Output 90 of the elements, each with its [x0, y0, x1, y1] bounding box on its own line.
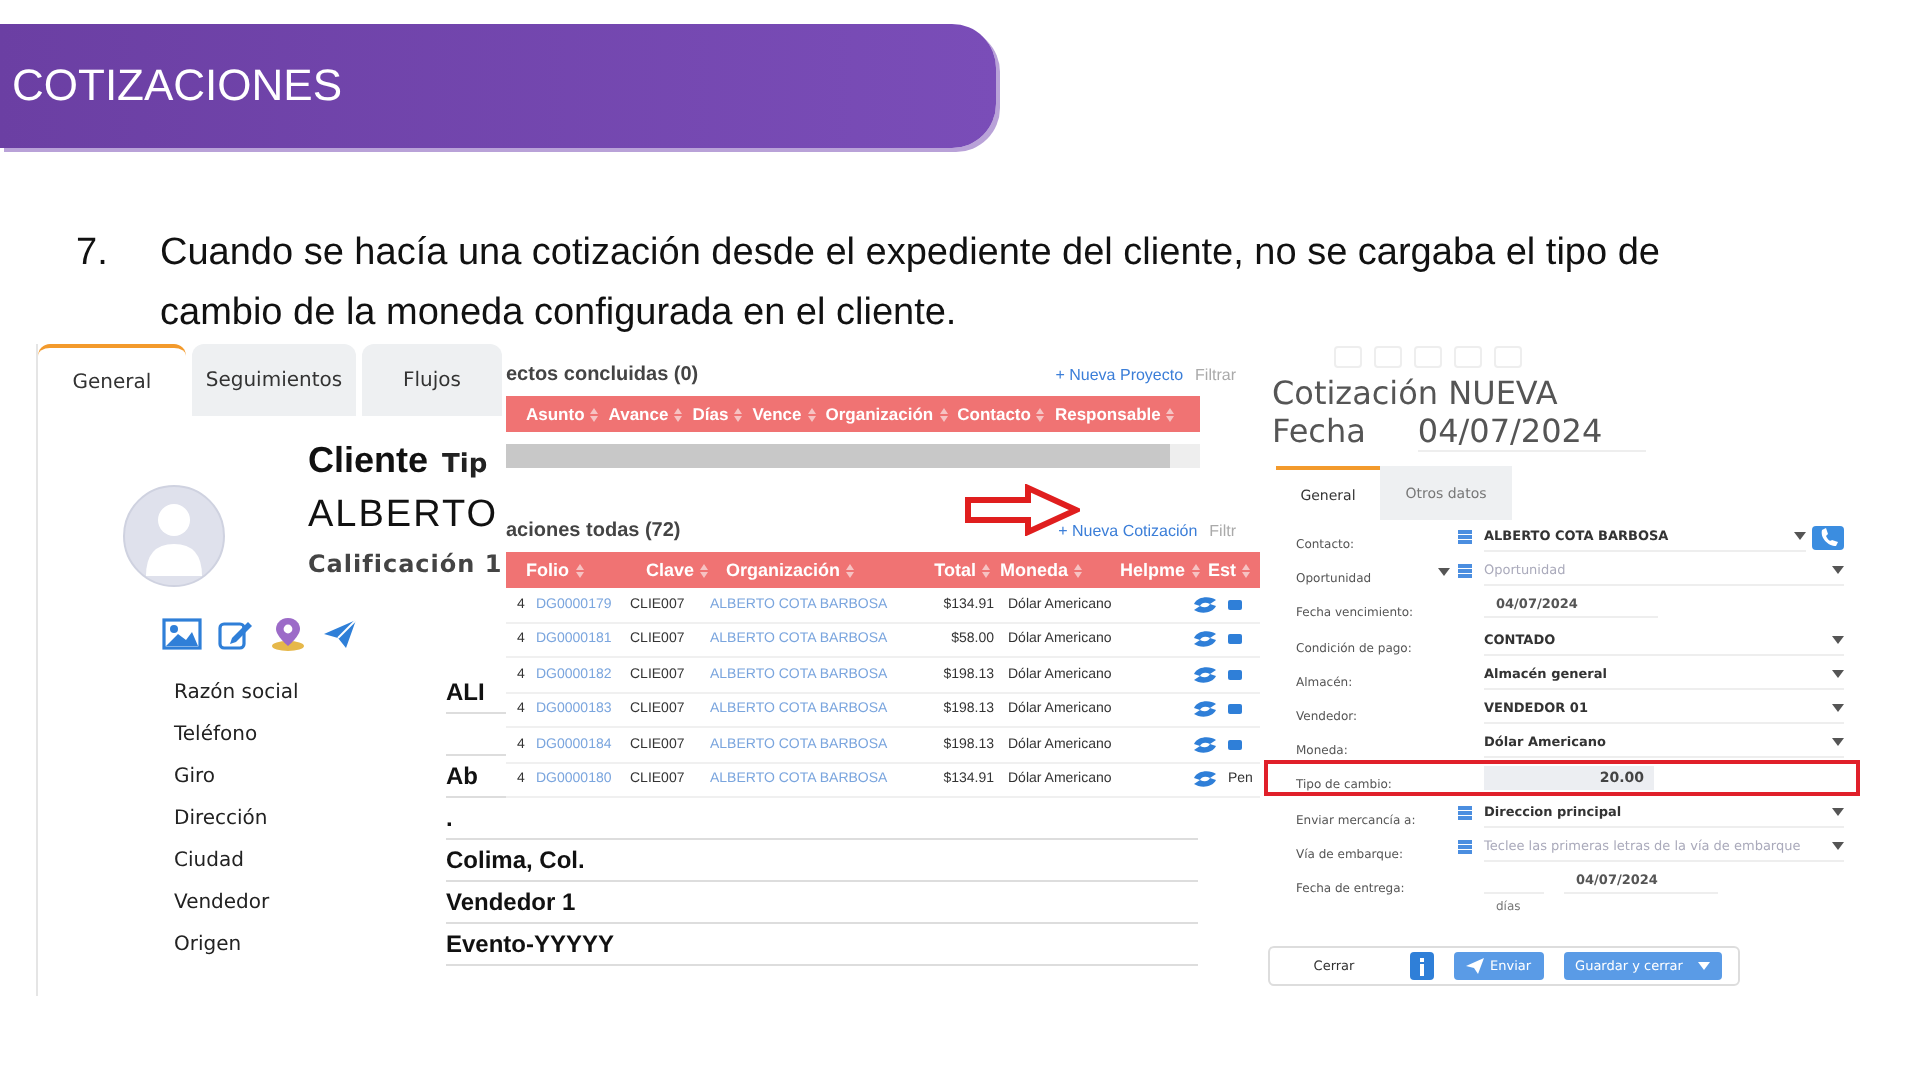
client-heading: Cliente: [308, 440, 429, 482]
quote-title: Cotización NUEVA: [1272, 374, 1560, 412]
sort-icon: [1166, 407, 1175, 421]
info-icon: [1418, 957, 1426, 976]
column-header[interactable]: Moneda: [1000, 560, 1069, 580]
status-icon: [1228, 599, 1242, 610]
column-header[interactable]: Organización: [825, 404, 934, 424]
tab[interactable]: Seguimientos: [192, 344, 356, 416]
caret-icon: [1794, 532, 1806, 541]
date-label: Fecha: [1272, 412, 1366, 452]
status-icon: [1228, 634, 1242, 645]
sort-icon: [1242, 563, 1251, 577]
send-icon: [1466, 958, 1484, 975]
edit-icon: [218, 618, 254, 650]
caret-icon: [1832, 738, 1844, 747]
column-header[interactable]: Responsable: [1054, 404, 1161, 424]
field-label: Dirección: [174, 806, 270, 834]
caret-icon: [1832, 635, 1844, 644]
phone-button[interactable]: [1812, 525, 1844, 550]
column-header[interactable]: Vence: [752, 404, 802, 424]
field-label: Vendedor: [174, 890, 272, 918]
caret-icon: [1832, 841, 1844, 850]
swirl-icon: [1192, 770, 1218, 789]
section-title: ectos concluidas (0): [506, 363, 699, 385]
status-icon: [1228, 739, 1242, 750]
filter-link[interactable]: Filtr: [1209, 521, 1236, 539]
status-icon: [1228, 704, 1242, 715]
caret-icon: [1832, 669, 1844, 678]
date-value: 04/07/2024: [1417, 412, 1647, 452]
field-value: .: [446, 804, 453, 832]
image-icon: [162, 618, 202, 650]
field-label: Teléfono: [174, 722, 260, 750]
swirl-icon: [1192, 630, 1218, 649]
section-title: aciones todas (72): [506, 519, 681, 541]
scrollbar-thumb[interactable]: [506, 444, 1170, 468]
note-text: Cuando se hacía una cotización desde el expediente del cliente, no se cargaba el tipo de cambio de la moneda configurada en el cliente.: [160, 230, 1662, 338]
field-label: Ciudad: [174, 848, 246, 876]
field-value: Vendedor 1: [446, 888, 576, 916]
caret-icon: [1698, 962, 1711, 971]
status-icon: [1228, 669, 1242, 680]
field-label: Giro: [174, 764, 218, 792]
field-label: Razón social: [174, 680, 301, 708]
column-header[interactable]: Est: [1208, 560, 1237, 580]
sort-icon: [1191, 563, 1200, 577]
list-number: 7.: [76, 230, 110, 278]
sort-icon: [1036, 407, 1045, 421]
sort-icon: [846, 563, 855, 577]
new-link[interactable]: + Nueva Cotización: [1058, 521, 1198, 539]
column-header[interactable]: Organización: [726, 560, 841, 580]
column-header[interactable]: Avance: [608, 404, 669, 424]
field-value: Ab: [446, 762, 478, 790]
sort-icon: [939, 407, 948, 421]
column-header[interactable]: Contacto: [957, 404, 1031, 424]
avatar-icon: [121, 484, 225, 588]
sort-icon: [1074, 563, 1083, 577]
column-header[interactable]: Asunto: [526, 404, 585, 424]
column-header[interactable]: Total: [934, 560, 976, 580]
slide-title: COTIZACIONES: [12, 60, 343, 112]
field-label: Origen: [174, 932, 244, 960]
info-button[interactable]: [1410, 952, 1434, 981]
sort-icon: [734, 407, 743, 421]
caret-icon: [1832, 566, 1844, 575]
swirl-icon: [1192, 735, 1218, 754]
send-icon: [322, 618, 358, 650]
column-header[interactable]: Clave: [646, 560, 695, 580]
sort-icon: [674, 407, 683, 421]
column-header[interactable]: Folio: [526, 560, 569, 580]
swirl-icon: [1192, 595, 1218, 614]
phone-icon: [1819, 528, 1837, 547]
field-value: Evento-YYYYY: [446, 930, 615, 958]
field-value: ALI: [446, 678, 485, 706]
sort-icon: [590, 407, 599, 421]
field-value: Colima, Col.: [446, 846, 585, 874]
new-link[interactable]: + Nueva Proyecto: [1055, 365, 1184, 383]
rating-label: Calificación 1: [308, 550, 503, 578]
caret-icon: [1832, 704, 1844, 713]
swirl-icon: [1192, 700, 1218, 719]
client-name: ALBERTO: [308, 494, 501, 538]
column-header[interactable]: Helpme: [1120, 560, 1186, 580]
location-pin-icon: [270, 616, 306, 652]
sort-icon: [807, 407, 816, 421]
filter-link[interactable]: Filtrar: [1195, 365, 1236, 383]
sort-icon: [982, 563, 990, 577]
column-header[interactable]: Días: [692, 404, 729, 424]
caret-icon: [1832, 807, 1844, 816]
tab[interactable]: Flujos: [362, 344, 502, 416]
sort-icon: [700, 563, 709, 577]
type-label: Tip: [442, 450, 488, 480]
swirl-icon: [1192, 665, 1218, 684]
sort-icon: [575, 563, 583, 577]
